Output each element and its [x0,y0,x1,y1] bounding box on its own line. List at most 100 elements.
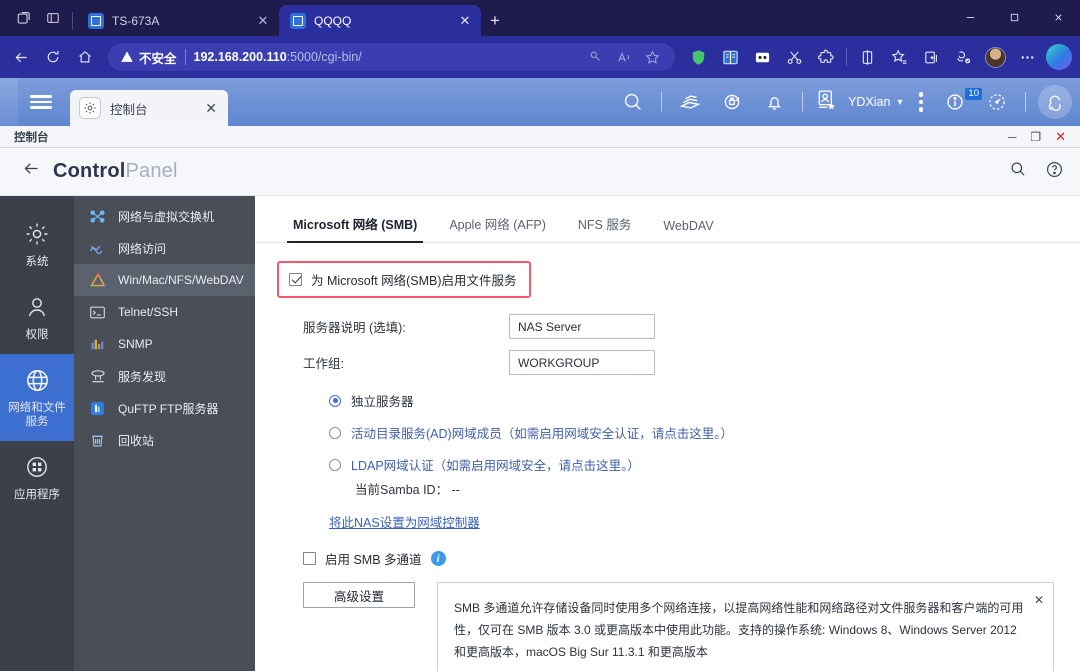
favorites-star-icon[interactable] [639,44,665,70]
copilot-page-icon[interactable] [948,42,978,72]
maximize-button[interactable] [992,0,1036,34]
qnap-app-tab-control-panel[interactable]: 控制台 ✕ [70,90,228,126]
dashboard-gauge-icon[interactable] [977,80,1017,124]
apps-grid-icon [23,453,51,481]
help-circle-icon[interactable] [1045,160,1064,184]
radio-ldap-auth[interactable]: LDAP网域认证（如需启用网域安全，请点击这里。） [277,455,1080,474]
back-arrow-icon[interactable] [22,159,41,184]
search-icon[interactable] [1009,160,1027,183]
radio-ad-indicator[interactable] [329,426,341,439]
rail-item-privilege-label: 权限 [25,329,49,342]
more-options-icon[interactable] [1012,42,1042,72]
radio-standalone-indicator[interactable] [329,394,341,407]
read-aloud-icon[interactable] [611,44,637,70]
workgroup-input[interactable] [509,350,655,375]
app-tab-label: 控制台 [110,102,148,117]
category-rail: 系统 权限 网络和文件服务 应用程序 [0,196,74,671]
shield-icon[interactable] [683,42,713,72]
tab-apple-afp[interactable]: Apple 网络 (AFP) [433,210,562,242]
rail-item-system[interactable]: 系统 [0,208,74,281]
rail-item-network-file-services[interactable]: 网络和文件服务 [0,354,74,442]
chevron-down-icon: ▾ [897,96,903,108]
radio-standalone-server[interactable]: 独立服务器 [277,391,1080,410]
tab-microsoft-smb[interactable]: Microsoft 网络 (SMB) [277,210,433,243]
enable-smb-checkbox[interactable] [289,273,302,286]
sidebar-item-service-discovery[interactable]: 服务发现 [74,360,255,392]
rail-item-applications-label: 应用程序 [14,489,60,502]
close-icon[interactable]: ✕ [255,13,271,29]
sidebar-item-telnet-ssh[interactable]: Telnet/SSH [74,296,255,328]
info-circle-icon[interactable]: i [430,551,446,566]
minimize-button[interactable] [948,0,992,34]
back-icon[interactable] [6,42,36,72]
close-icon[interactable]: ✕ [205,100,217,117]
copilot-icon[interactable] [1044,42,1074,72]
radio-ad-domain-member[interactable]: 活动目录服务(AD)网域成员（如需启用网域安全认证，请点击这里。） [277,423,1080,442]
smb-multichannel-checkbox[interactable] [303,552,316,565]
security-warning[interactable]: 不安全 [120,48,177,67]
smb-multichannel-label: 启用 SMB 多通道 [325,553,422,567]
sidebar-item-snmp[interactable]: SNMP [74,328,255,360]
rail-item-system-label: 系统 [25,256,49,268]
sidebar-item-win-mac-nfs-webdav[interactable]: Win/Mac/NFS/WebDAV [74,264,255,296]
password-key-icon[interactable] [583,44,609,70]
background-task-icon[interactable] [670,80,710,124]
sidebar-item-network-access[interactable]: 网络访问 [74,232,255,264]
qnap-icon [290,12,306,29]
sidebar-item-recycle-bin[interactable]: 回收站 [74,424,255,456]
tab-nfs[interactable]: NFS 服务 [562,210,647,242]
info-circle-icon[interactable]: 10 [935,80,982,124]
sidebar-item-quftp[interactable]: QuFTP FTP服务器 [74,392,255,424]
notification-bell-icon[interactable] [754,80,794,124]
qnap-header-actions: YDXian ▾ 10 [613,78,1080,126]
server-description-input[interactable] [509,314,655,339]
cloud-icon[interactable] [1038,85,1072,119]
close-button[interactable] [1036,0,1080,34]
set-nas-as-domain-controller-link[interactable]: 将此NAS设置为网域控制器 [277,512,480,531]
workgroup-row: 工作组: [277,350,1080,375]
refresh-icon[interactable] [38,42,68,72]
rail-item-privilege[interactable]: 权限 [0,281,74,354]
collections-icon[interactable] [916,42,946,72]
window-minimize-button[interactable]: ─ [1008,131,1017,143]
favorites-icon[interactable] [884,42,914,72]
window-close-button[interactable]: ✕ [1055,130,1066,143]
url-path: :5000/cgi-bin/ [286,50,362,64]
radio-ldap-indicator[interactable] [329,458,341,471]
search-icon[interactable] [613,80,653,124]
workspaces-icon[interactable] [8,0,38,36]
browser-tab-1[interactable]: TS-673A ✕ [77,5,279,36]
external-device-icon[interactable] [712,80,752,124]
new-tab-button[interactable]: + [481,5,509,36]
home-icon[interactable] [70,42,100,72]
browser-tab-2[interactable]: QQQQ ✕ [279,5,481,36]
control-panel-window: ControlPanel 系统 权限 网络和文件服务 应用程序 网络与虚拟交换机… [0,148,1080,671]
close-icon[interactable]: ✕ [457,13,473,29]
info-badge-count: 10 [965,88,982,100]
sidebar-item-snmp-label: SNMP [118,337,153,351]
radio-ldap-label: LDAP网域认证（如需启用网域安全，请点击这里。） [351,459,640,473]
browser-essentials-icon[interactable] [852,42,882,72]
tab-actions-icon[interactable] [38,0,68,36]
address-bar[interactable]: 不安全 192.168.200.110:5000/cgi-bin/ [108,43,675,71]
close-icon[interactable]: ✕ [1034,589,1044,611]
screenshot-scissors-icon[interactable] [779,42,809,72]
extensions-icon[interactable] [811,42,841,72]
sidebar-item-network-switch[interactable]: 网络与虚拟交换机 [74,200,255,232]
copilot-badge [1046,44,1072,70]
info-panel-text: SMB 多通道允许存储设备同时使用多个网络连接，以提高网络性能和网络路径对文件服… [454,601,1024,660]
split-screen-icon[interactable] [715,42,745,72]
window-titlebar: 控制台 ─ ❐ ✕ [0,126,1080,148]
rail-item-applications[interactable]: 应用程序 [0,441,74,514]
hamburger-menu-icon[interactable] [18,78,64,126]
advanced-settings-button[interactable]: 高级设置 [303,582,415,608]
sidebar-item-quftp-label: QuFTP FTP服务器 [118,401,219,416]
header-divider [802,92,804,112]
immersive-reader-icon[interactable] [747,42,777,72]
window-restore-button[interactable]: ❐ [1030,131,1041,143]
user-menu[interactable]: YDXian ▾ [811,88,906,117]
vertical-dots-icon[interactable] [909,92,934,112]
profile-avatar[interactable] [980,42,1010,72]
qnap-header: 控制台 ✕ YDXian ▾ 10 [0,78,1080,126]
tab-webdav[interactable]: WebDAV [647,215,729,242]
